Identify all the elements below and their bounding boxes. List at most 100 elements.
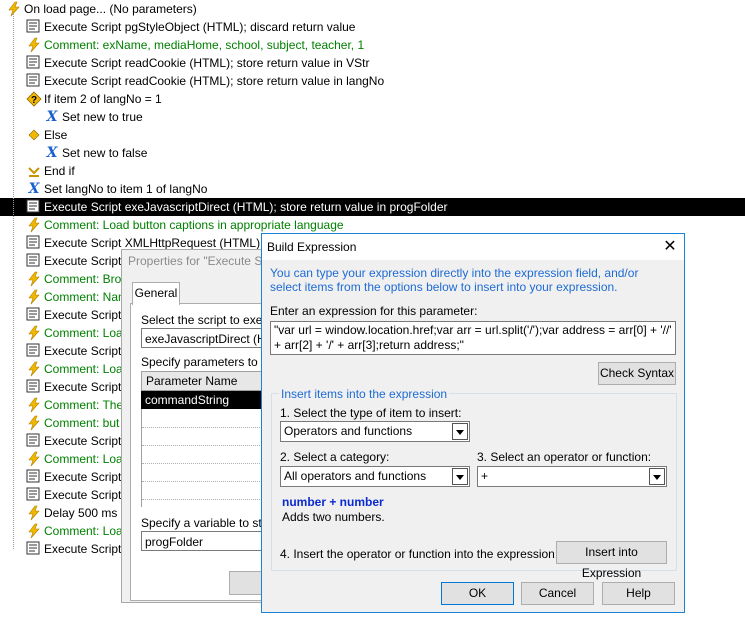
function-signature: number + number — [282, 495, 384, 509]
step1-label: 1. Select the type of item to insert: — [280, 406, 462, 420]
tree-row-label: Set new to false — [62, 146, 148, 160]
tree-row-selected[interactable]: Execute Script exeJavascriptDirect (HTML… — [0, 198, 745, 216]
tree-row[interactable]: ? If item 2 of langNo = 1 — [0, 90, 745, 108]
script-select[interactable]: exeJavascriptDirect (HTM — [141, 328, 267, 348]
lightning-icon — [26, 37, 42, 53]
tree-row-label: End if — [44, 164, 75, 178]
parameter-grid[interactable] — [141, 409, 268, 507]
tree-row-label: Comment: Load — [44, 452, 130, 466]
chevron-down-icon[interactable] — [649, 468, 665, 485]
step2-label: 2. Select a category: — [280, 450, 390, 464]
tree-row-label: Execute Script p — [44, 488, 132, 502]
dialog-title: Build Expression — [267, 240, 357, 254]
cancel-button[interactable]: Cancel — [521, 582, 594, 605]
tree-row-label: Comment: Load — [44, 362, 130, 376]
tree-row[interactable]: Execute Script readCookie (HTML); store … — [0, 72, 745, 90]
tree-row-label: Execute Script p — [44, 434, 132, 448]
set-variable-icon: X — [28, 181, 40, 197]
tree-row[interactable]: X Set new to true — [0, 108, 745, 126]
tree-row-label: Execute Script p — [44, 344, 132, 358]
script-icon — [26, 541, 42, 557]
tree-row-label: Comment: but th — [44, 416, 133, 430]
insert-into-expression-button[interactable]: Insert into Expression — [556, 541, 667, 580]
tree-row[interactable]: Execute Script pgStyleObject (HTML); dis… — [0, 18, 745, 36]
tree-row[interactable]: Execute Script readCookie (HTML); store … — [0, 54, 745, 72]
select-script-label: Select the script to execut — [141, 313, 271, 327]
help-button[interactable]: Help — [602, 582, 675, 605]
tree-row[interactable]: End if — [0, 162, 745, 180]
script-icon — [26, 307, 42, 323]
lightning-icon — [26, 523, 42, 539]
script-icon — [26, 199, 42, 215]
operator-value: + — [481, 469, 489, 483]
check-syntax-button[interactable]: Check Syntax — [598, 362, 676, 385]
script-icon — [26, 73, 42, 89]
tree-guide-line — [13, 14, 14, 549]
function-description: Adds two numbers. — [282, 510, 385, 524]
tree-row-label: Else — [44, 128, 68, 142]
item-type-value: Operators and functions — [284, 424, 413, 438]
tree-row-label: Comment: exName, mediaHome, school, subj… — [44, 38, 365, 52]
chevron-down-icon[interactable] — [452, 423, 468, 440]
script-icon — [26, 433, 42, 449]
item-type-select[interactable]: Operators and functions — [280, 421, 470, 442]
tree-row-label: If item 2 of langNo = 1 — [44, 92, 162, 106]
script-icon — [26, 55, 42, 71]
tree-row-label: Set new to true — [62, 110, 143, 124]
script-icon — [26, 469, 42, 485]
script-icon — [26, 235, 42, 251]
lightning-icon — [26, 397, 42, 413]
close-icon[interactable]: ✕ — [658, 236, 682, 258]
tree-row-label: Execute Script p — [44, 308, 132, 322]
variable-label: Specify a variable to store — [141, 516, 271, 530]
parameter-row-selected[interactable]: commandString — [141, 391, 267, 409]
lightning-icon — [26, 289, 42, 305]
category-value: All operators and functions — [284, 469, 427, 483]
tree-row-label: Set langNo to item 1 of langNo — [44, 182, 208, 196]
tree-row-label: Execute Script p — [44, 542, 132, 556]
tree-row-label: Delay 500 ms — [44, 506, 118, 520]
step4-label: 4. Insert the operator or function into … — [280, 547, 559, 561]
tree-row-label: Comment: Load — [44, 326, 130, 340]
tree-row[interactable]: X Set new to false — [0, 144, 745, 162]
lightning-icon — [6, 1, 22, 17]
parameters-label: Specify parameters to pas — [141, 355, 271, 369]
tab-general[interactable]: General — [132, 282, 180, 305]
tree-row-label: Execute Script p — [44, 470, 132, 484]
tree-row[interactable]: Comment: exName, mediaHome, school, subj… — [0, 36, 745, 54]
insert-items-title: Insert items into the expression — [279, 387, 450, 401]
tree-row-label: Execute Script p — [44, 380, 132, 394]
lightning-icon — [26, 217, 42, 233]
end-if-icon — [26, 163, 42, 179]
tree-row[interactable]: Else — [0, 126, 745, 144]
tree-row-label: Execute Script pgStyleObject (HTML); dis… — [44, 20, 356, 34]
set-variable-icon: X — [46, 145, 58, 161]
tree-row[interactable]: Comment: Load button captions in appropr… — [0, 216, 745, 234]
script-icon — [26, 19, 42, 35]
set-variable-icon: X — [46, 109, 58, 125]
expression-input[interactable]: "var url = window.location.href;var arr … — [270, 321, 676, 355]
chevron-down-icon[interactable] — [452, 468, 468, 485]
variable-input[interactable]: progFolder — [141, 531, 267, 551]
tree-row-label: Execute Script exeJavascriptDirect (HTML… — [44, 200, 448, 214]
expression-label: Enter an expression for this parameter: — [270, 304, 478, 318]
script-icon — [26, 379, 42, 395]
info-text: You can type your expression directly in… — [270, 266, 639, 294]
svg-text:?: ? — [31, 95, 37, 106]
tree-row[interactable]: On load page... (No parameters) — [0, 0, 745, 18]
properties-title: Properties for "Execute Scr — [128, 254, 268, 268]
tree-row[interactable]: X Set langNo to item 1 of langNo — [0, 180, 745, 198]
title-bar: Build Expression ✕ — [262, 234, 684, 260]
step3-label: 3. Select an operator or function: — [477, 450, 652, 464]
tree-row-label: Execute Script p — [44, 254, 132, 268]
lightning-icon — [26, 361, 42, 377]
lightning-icon — [26, 505, 42, 521]
operator-select[interactable]: + — [477, 466, 667, 487]
ok-button[interactable]: OK — [441, 582, 514, 605]
script-icon — [26, 343, 42, 359]
tree-row-label: On load page... (No parameters) — [24, 2, 197, 16]
parameter-name-header[interactable]: Parameter Name — [141, 371, 267, 391]
lightning-icon — [26, 271, 42, 287]
category-select[interactable]: All operators and functions — [280, 466, 470, 487]
tree-row-label: Execute Script readCookie (HTML); store … — [44, 56, 370, 70]
